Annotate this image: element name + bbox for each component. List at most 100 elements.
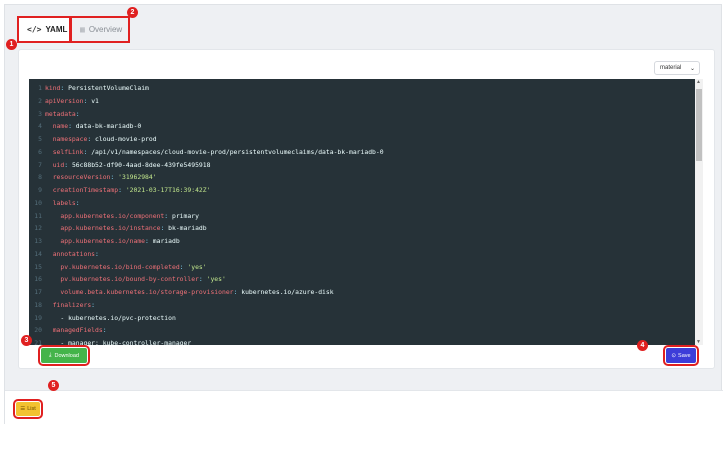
theme-select[interactable]: material ⌄ xyxy=(654,61,700,75)
line-number: 1 xyxy=(38,84,42,92)
yaml-key: kind xyxy=(45,84,61,92)
code-line: 11 app.kubernetes.io/component: primary xyxy=(29,210,384,223)
yaml-key: labels xyxy=(45,198,76,207)
yaml-key: app.kubernetes.io/component xyxy=(45,211,165,220)
annotation-badge-5: 5 xyxy=(48,380,59,391)
yaml-key: app.kubernetes.io/instance xyxy=(45,224,161,233)
yaml-value: cloud-movie-prod xyxy=(91,135,157,143)
yaml-value: - kubernetes.io/pvc-protection xyxy=(45,313,176,322)
list-icon: ☰ xyxy=(20,406,26,412)
annotation-badge-2: 2 xyxy=(127,7,138,18)
yaml-colon: : xyxy=(75,198,80,207)
yaml-colon: : xyxy=(91,300,96,309)
yaml-value: /api/v1/namespaces/cloud-movie-prod/pers… xyxy=(87,147,384,156)
tab-overview[interactable]: ▦ Overview xyxy=(70,16,130,43)
yaml-key: resourceVersion xyxy=(45,173,111,182)
yaml-value: primary xyxy=(168,211,199,220)
code-line: 20 managedFields: xyxy=(29,324,384,337)
yaml-key: namespace xyxy=(45,135,88,143)
code-icon: </> xyxy=(27,25,42,34)
annotation-badge-4: 4 xyxy=(637,340,648,351)
line-number: 5 xyxy=(38,135,42,143)
code-line: 10 labels: xyxy=(29,197,384,210)
yaml-editor[interactable]: 1 kind: PersistentVolumeClaim 2 apiVersion:… xyxy=(29,79,703,345)
yaml-value: mariadb xyxy=(148,237,180,245)
yaml-value: '2021-03-17T16:39:42Z' xyxy=(121,186,211,194)
yaml-key: pv.kubernetes.io/bind-completed xyxy=(45,262,180,271)
code-line: 6 selfLink: /api/v1/namespaces/cloud-mov… xyxy=(29,146,384,159)
yaml-value: - manager: kube-controller-manager xyxy=(45,339,192,345)
yaml-key: selfLink xyxy=(45,147,84,156)
yaml-key: name xyxy=(45,122,69,131)
list-button[interactable]: ☰ List xyxy=(13,399,43,419)
code-line: 1 kind: PersistentVolumeClaim xyxy=(29,82,384,95)
line-number: 19 xyxy=(34,313,42,322)
line-number: 11 xyxy=(34,211,42,220)
line-number: 18 xyxy=(34,300,42,309)
yaml-value: 56c88b52-df90-4aad-8dee-439fe5495918 xyxy=(68,160,211,169)
tab-bar: </> YAML ▦ Overview xyxy=(17,16,130,43)
line-number: 15 xyxy=(34,262,42,271)
yaml-value: kubernetes.io/azure-disk xyxy=(237,288,334,296)
yaml-key: uid xyxy=(45,160,65,169)
theme-select-value: material xyxy=(660,65,682,71)
annotation-badge-1: 1 xyxy=(6,39,17,50)
line-number: 4 xyxy=(38,122,42,131)
yaml-value: bk-mariadb xyxy=(164,224,207,233)
line-number: 13 xyxy=(34,237,42,245)
line-number: 8 xyxy=(38,173,42,182)
code-line: 15 pv.kubernetes.io/bind-completed: 'yes… xyxy=(29,261,384,274)
yaml-value: PersistentVolumeClaim xyxy=(64,84,149,92)
code-line: 3 metadata: xyxy=(29,108,384,121)
code-line: 17 volume.beta.kubernetes.io/storage-pro… xyxy=(29,286,384,299)
line-number: 2 xyxy=(38,96,42,105)
line-number: 12 xyxy=(34,224,42,233)
list-button-label: List xyxy=(27,406,36,412)
line-number: 3 xyxy=(38,109,42,118)
yaml-key: metadata xyxy=(45,109,76,118)
yaml-key: app.kubernetes.io/name xyxy=(45,237,146,245)
check-circle-icon: ⊙ xyxy=(671,352,677,359)
yaml-key: apiVersion xyxy=(45,96,84,105)
scroll-thumb[interactable] xyxy=(696,89,702,161)
code-line: 13 app.kubernetes.io/name: mariadb xyxy=(29,235,384,248)
code-line: 16 pv.kubernetes.io/bound-by-controller:… xyxy=(29,273,384,286)
scroll-up-icon[interactable]: ▲ xyxy=(696,79,701,85)
code-line: 21 - manager: kube-controller-manager xyxy=(29,337,384,345)
line-number: 16 xyxy=(34,275,42,284)
save-button[interactable]: ⊙ Save xyxy=(663,345,699,366)
editor-scrollbar[interactable]: ▲ ▼ xyxy=(695,79,703,345)
yaml-value: '31962984' xyxy=(114,173,157,182)
code-line: 14 annotations: xyxy=(29,248,384,261)
line-number: 7 xyxy=(38,160,42,169)
scroll-down-icon[interactable]: ▼ xyxy=(696,339,701,345)
grid-icon: ▦ xyxy=(80,25,85,34)
code-line: 7 uid: 56c88b52-df90-4aad-8dee-439fe5495… xyxy=(29,159,384,172)
yaml-colon: : xyxy=(102,326,107,335)
line-number: 10 xyxy=(34,198,42,207)
code-line: 2 apiVersion: v1 xyxy=(29,95,384,108)
code-line: 18 finalizers: xyxy=(29,299,384,312)
save-button-label: Save xyxy=(678,352,691,359)
yaml-key: finalizers xyxy=(45,300,92,309)
line-number: 9 xyxy=(38,186,42,194)
code-lines: 1 kind: PersistentVolumeClaim 2 apiVersion:… xyxy=(29,82,384,345)
code-line: 4 name: data-bk-mariadb-0 xyxy=(29,120,384,133)
download-button[interactable]: ⤓ Download xyxy=(38,345,90,366)
yaml-key: pv.kubernetes.io/bound-by-controller xyxy=(45,275,199,284)
app-frame: </> YAML ▦ Overview material ⌄ 1 kind: Pe… xyxy=(4,4,723,425)
yaml-value: 'yes' xyxy=(202,275,226,284)
chevron-down-icon: ⌄ xyxy=(689,65,695,72)
code-line: 8 resourceVersion: '31962984' xyxy=(29,171,384,184)
yaml-key: annotations xyxy=(45,249,96,258)
yaml-panel: material ⌄ 1 kind: PersistentVolumeClaim 2… xyxy=(18,49,715,369)
annotation-badge-3: 3 xyxy=(21,335,32,346)
code-line: 12 app.kubernetes.io/instance: bk-mariad… xyxy=(29,222,384,235)
tab-yaml[interactable]: </> YAML xyxy=(17,16,71,43)
yaml-colon: : xyxy=(95,249,99,258)
yaml-value: v1 xyxy=(87,96,99,105)
yaml-key: creationTimestamp xyxy=(45,186,119,194)
download-icon: ⤓ xyxy=(49,352,52,358)
tab-overview-label: Overview xyxy=(88,25,123,34)
yaml-value: 'yes' xyxy=(183,262,207,271)
